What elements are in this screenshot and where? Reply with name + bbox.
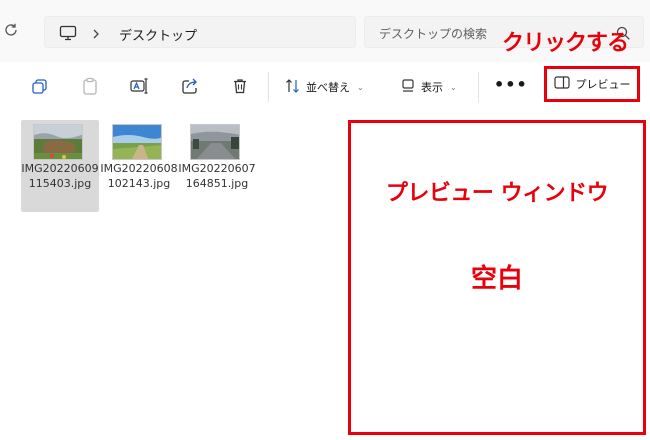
chevron-right-icon[interactable]	[91, 26, 101, 40]
file-list: IMG20220609115403.jpg IMG20220608102143.…	[0, 112, 344, 440]
delete-icon[interactable]	[229, 75, 251, 97]
more-options-button[interactable]: •••	[494, 74, 527, 98]
photo-thumbnail	[33, 124, 83, 160]
file-name: IMG20220607164851.jpg	[178, 162, 256, 190]
click-callout: クリックする	[502, 31, 629, 56]
share-icon[interactable]	[179, 75, 201, 97]
view-button[interactable]: 表示 ⌄	[400, 74, 457, 100]
search-placeholder: デスクトップの検索	[379, 27, 488, 41]
chevron-down-icon: ⌄	[450, 82, 457, 92]
chevron-down-icon: ⌄	[357, 82, 364, 92]
preview-pane-title: プレビュー ウィンドウ	[385, 181, 609, 206]
toolbar-separator	[478, 72, 479, 102]
new-item-icon[interactable]	[29, 75, 51, 97]
view-icon	[400, 78, 416, 97]
file-item[interactable]: IMG20220607164851.jpg	[178, 120, 256, 212]
preview-pane-icon	[553, 76, 570, 92]
monitor-icon	[59, 25, 77, 41]
file-explorer-window: デスクトップ デスクトップの検索 並べ替え ⌄ 表示 ⌄ ••• プレビュー ク…	[0, 0, 650, 440]
refresh-icon[interactable]	[3, 22, 19, 38]
rename-icon[interactable]	[129, 75, 151, 97]
file-item[interactable]: IMG20220608102143.jpg	[100, 120, 178, 212]
breadcrumb[interactable]: デスクトップ	[119, 25, 197, 44]
preview-pane-button[interactable]: プレビュー	[544, 66, 640, 102]
sort-button[interactable]: 並べ替え ⌄	[285, 74, 364, 100]
preview-pane-label: プレビュー	[575, 78, 631, 91]
file-name: IMG20220609115403.jpg	[21, 162, 99, 190]
file-item[interactable]: IMG20220609115403.jpg	[21, 120, 99, 212]
toolbar-separator	[268, 72, 269, 102]
path-box[interactable]: デスクトップ	[44, 16, 356, 48]
command-bar: 並べ替え ⌄ 表示 ⌄ ••• プレビュー	[0, 62, 650, 112]
photo-thumbnail	[190, 124, 240, 160]
sort-label: 並べ替え	[306, 81, 350, 94]
view-label: 表示	[421, 81, 443, 94]
preview-pane-area: プレビュー ウィンドウ 空白	[348, 120, 646, 435]
sort-icon	[285, 78, 301, 97]
paste-icon[interactable]	[79, 75, 101, 97]
file-name: IMG20220608102143.jpg	[100, 162, 178, 190]
preview-pane-empty-text: 空白	[470, 264, 523, 294]
photo-thumbnail	[112, 124, 162, 160]
